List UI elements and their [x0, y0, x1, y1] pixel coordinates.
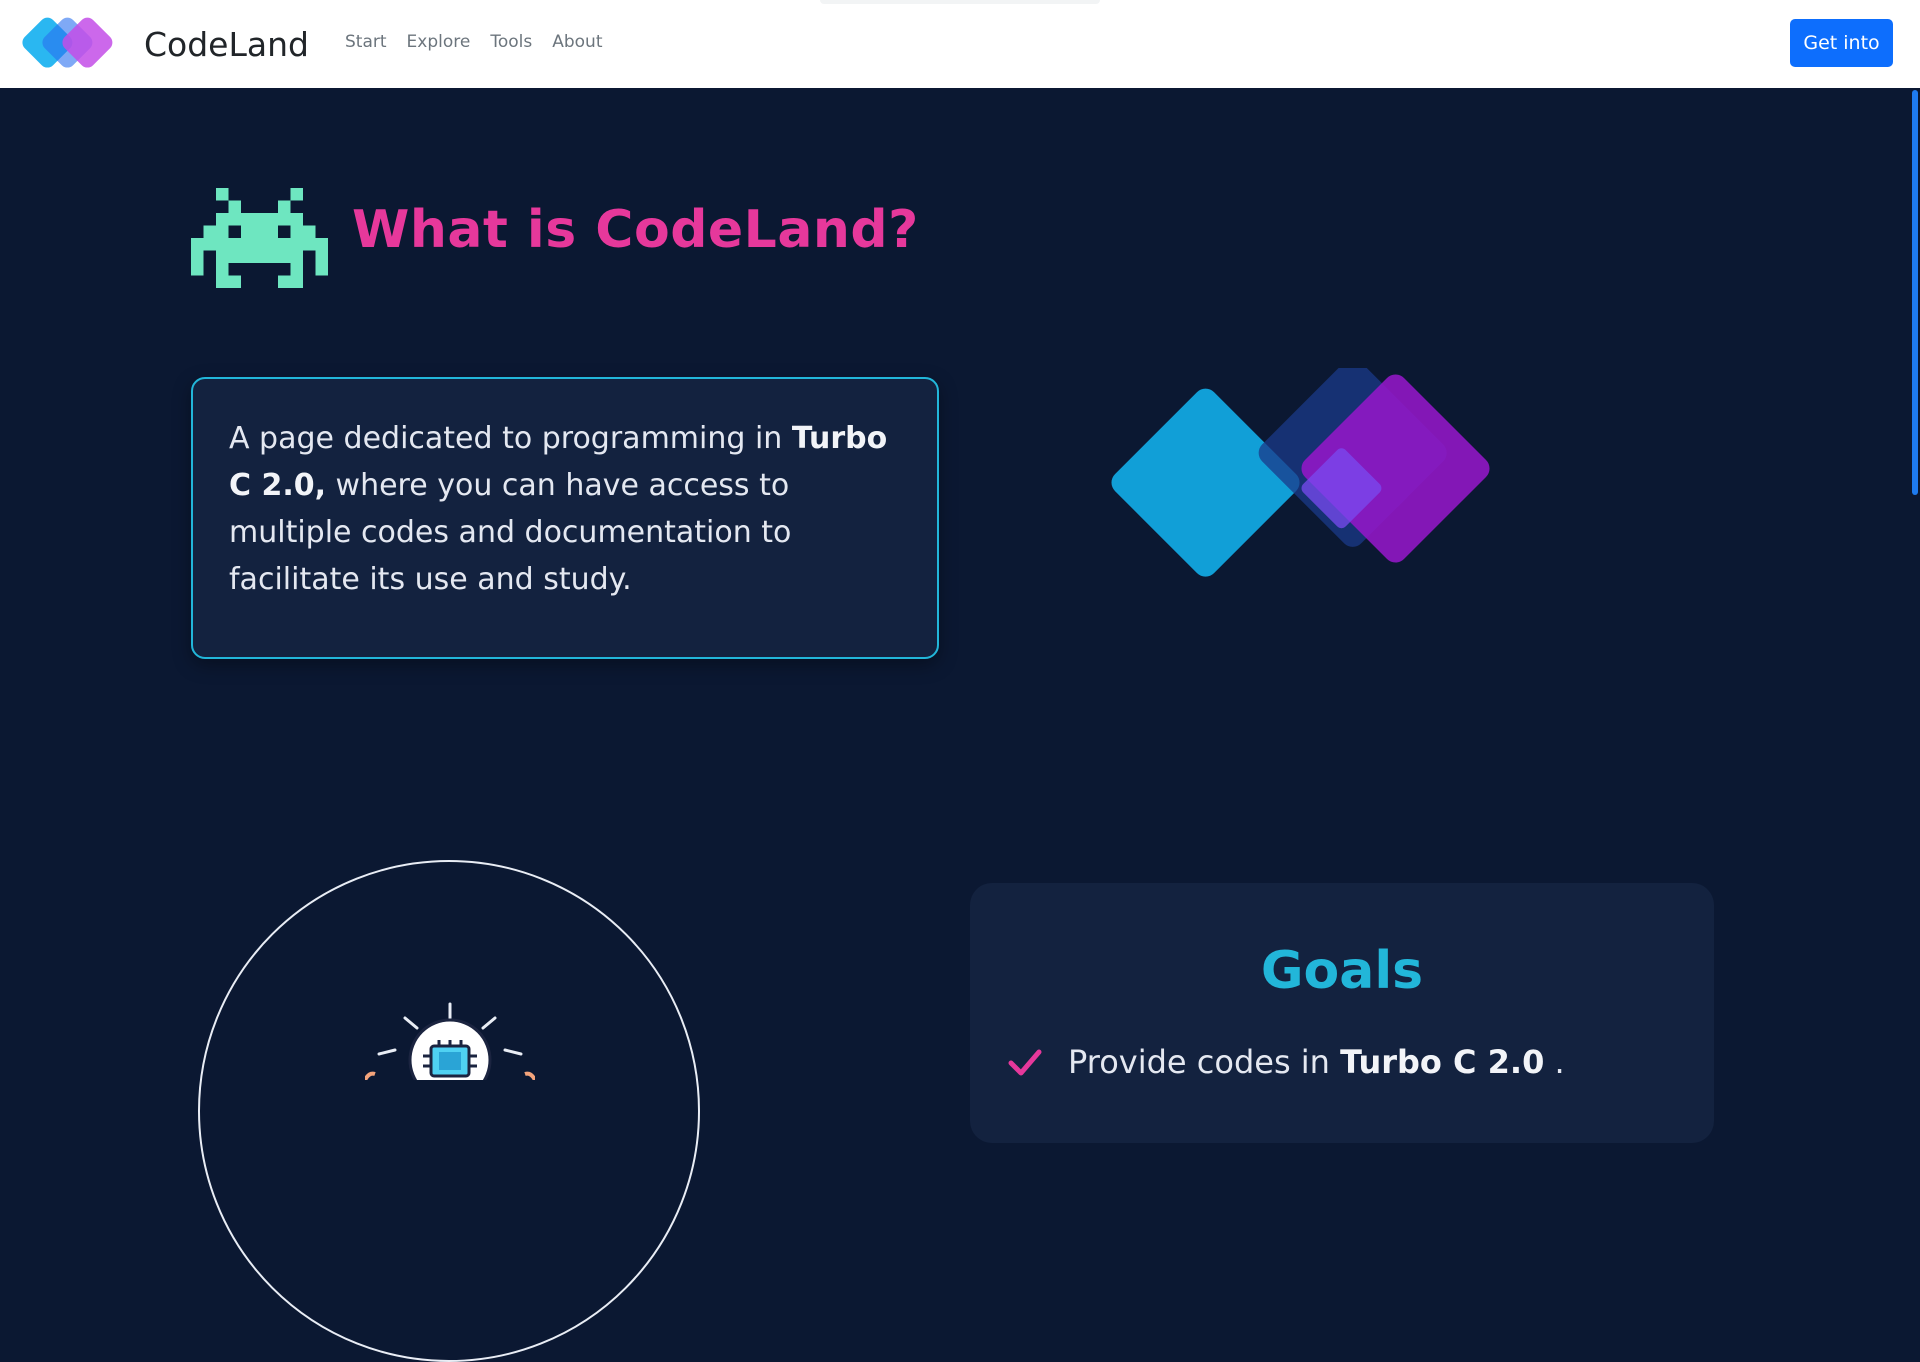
overlapping-diamonds-icon: [1111, 368, 1490, 577]
goal-item: Provide codes in Turbo C 2.0 .: [1008, 1043, 1565, 1081]
nav-link-start[interactable]: Start: [345, 32, 387, 52]
lightbulb-chip-icon: [365, 1002, 535, 1080]
goals-card: Goals Provide codes in Turbo C 2.0 .: [970, 883, 1714, 1143]
goal-prefix: Provide codes in: [1068, 1043, 1341, 1081]
nav-link-about[interactable]: About: [552, 32, 602, 52]
brand-name: CodeLand: [144, 24, 309, 64]
description-part1: A page dedicated to programming in: [229, 421, 792, 456]
scrollbar-thumb[interactable]: [1912, 90, 1918, 495]
goal-suffix: .: [1544, 1043, 1565, 1081]
goal-text: Provide codes in Turbo C 2.0 .: [1068, 1043, 1565, 1081]
goals-title: Goals: [1260, 941, 1424, 1001]
brand-logo-icon: [22, 17, 113, 68]
top-tab-hint: [820, 0, 1100, 4]
nav-link-tools[interactable]: Tools: [490, 32, 532, 52]
description-text: A page dedicated to programming in Turbo…: [229, 415, 901, 603]
navbar: CodeLand Start Explore Tools About Get i…: [0, 0, 1920, 88]
illustration-circle: [198, 860, 700, 1362]
description-box: A page dedicated to programming in Turbo…: [191, 377, 939, 659]
goal-bold: Turbo C 2.0: [1340, 1043, 1545, 1081]
get-into-button[interactable]: Get into: [1790, 19, 1893, 67]
hero-title: What is CodeLand?: [352, 200, 919, 260]
nav-links: Start Explore Tools About: [345, 32, 622, 52]
checkmark-icon: [1008, 1049, 1042, 1076]
brand[interactable]: CodeLand: [20, 16, 309, 72]
nav-link-explore[interactable]: Explore: [407, 32, 471, 52]
space-invader-icon: [191, 188, 328, 288]
